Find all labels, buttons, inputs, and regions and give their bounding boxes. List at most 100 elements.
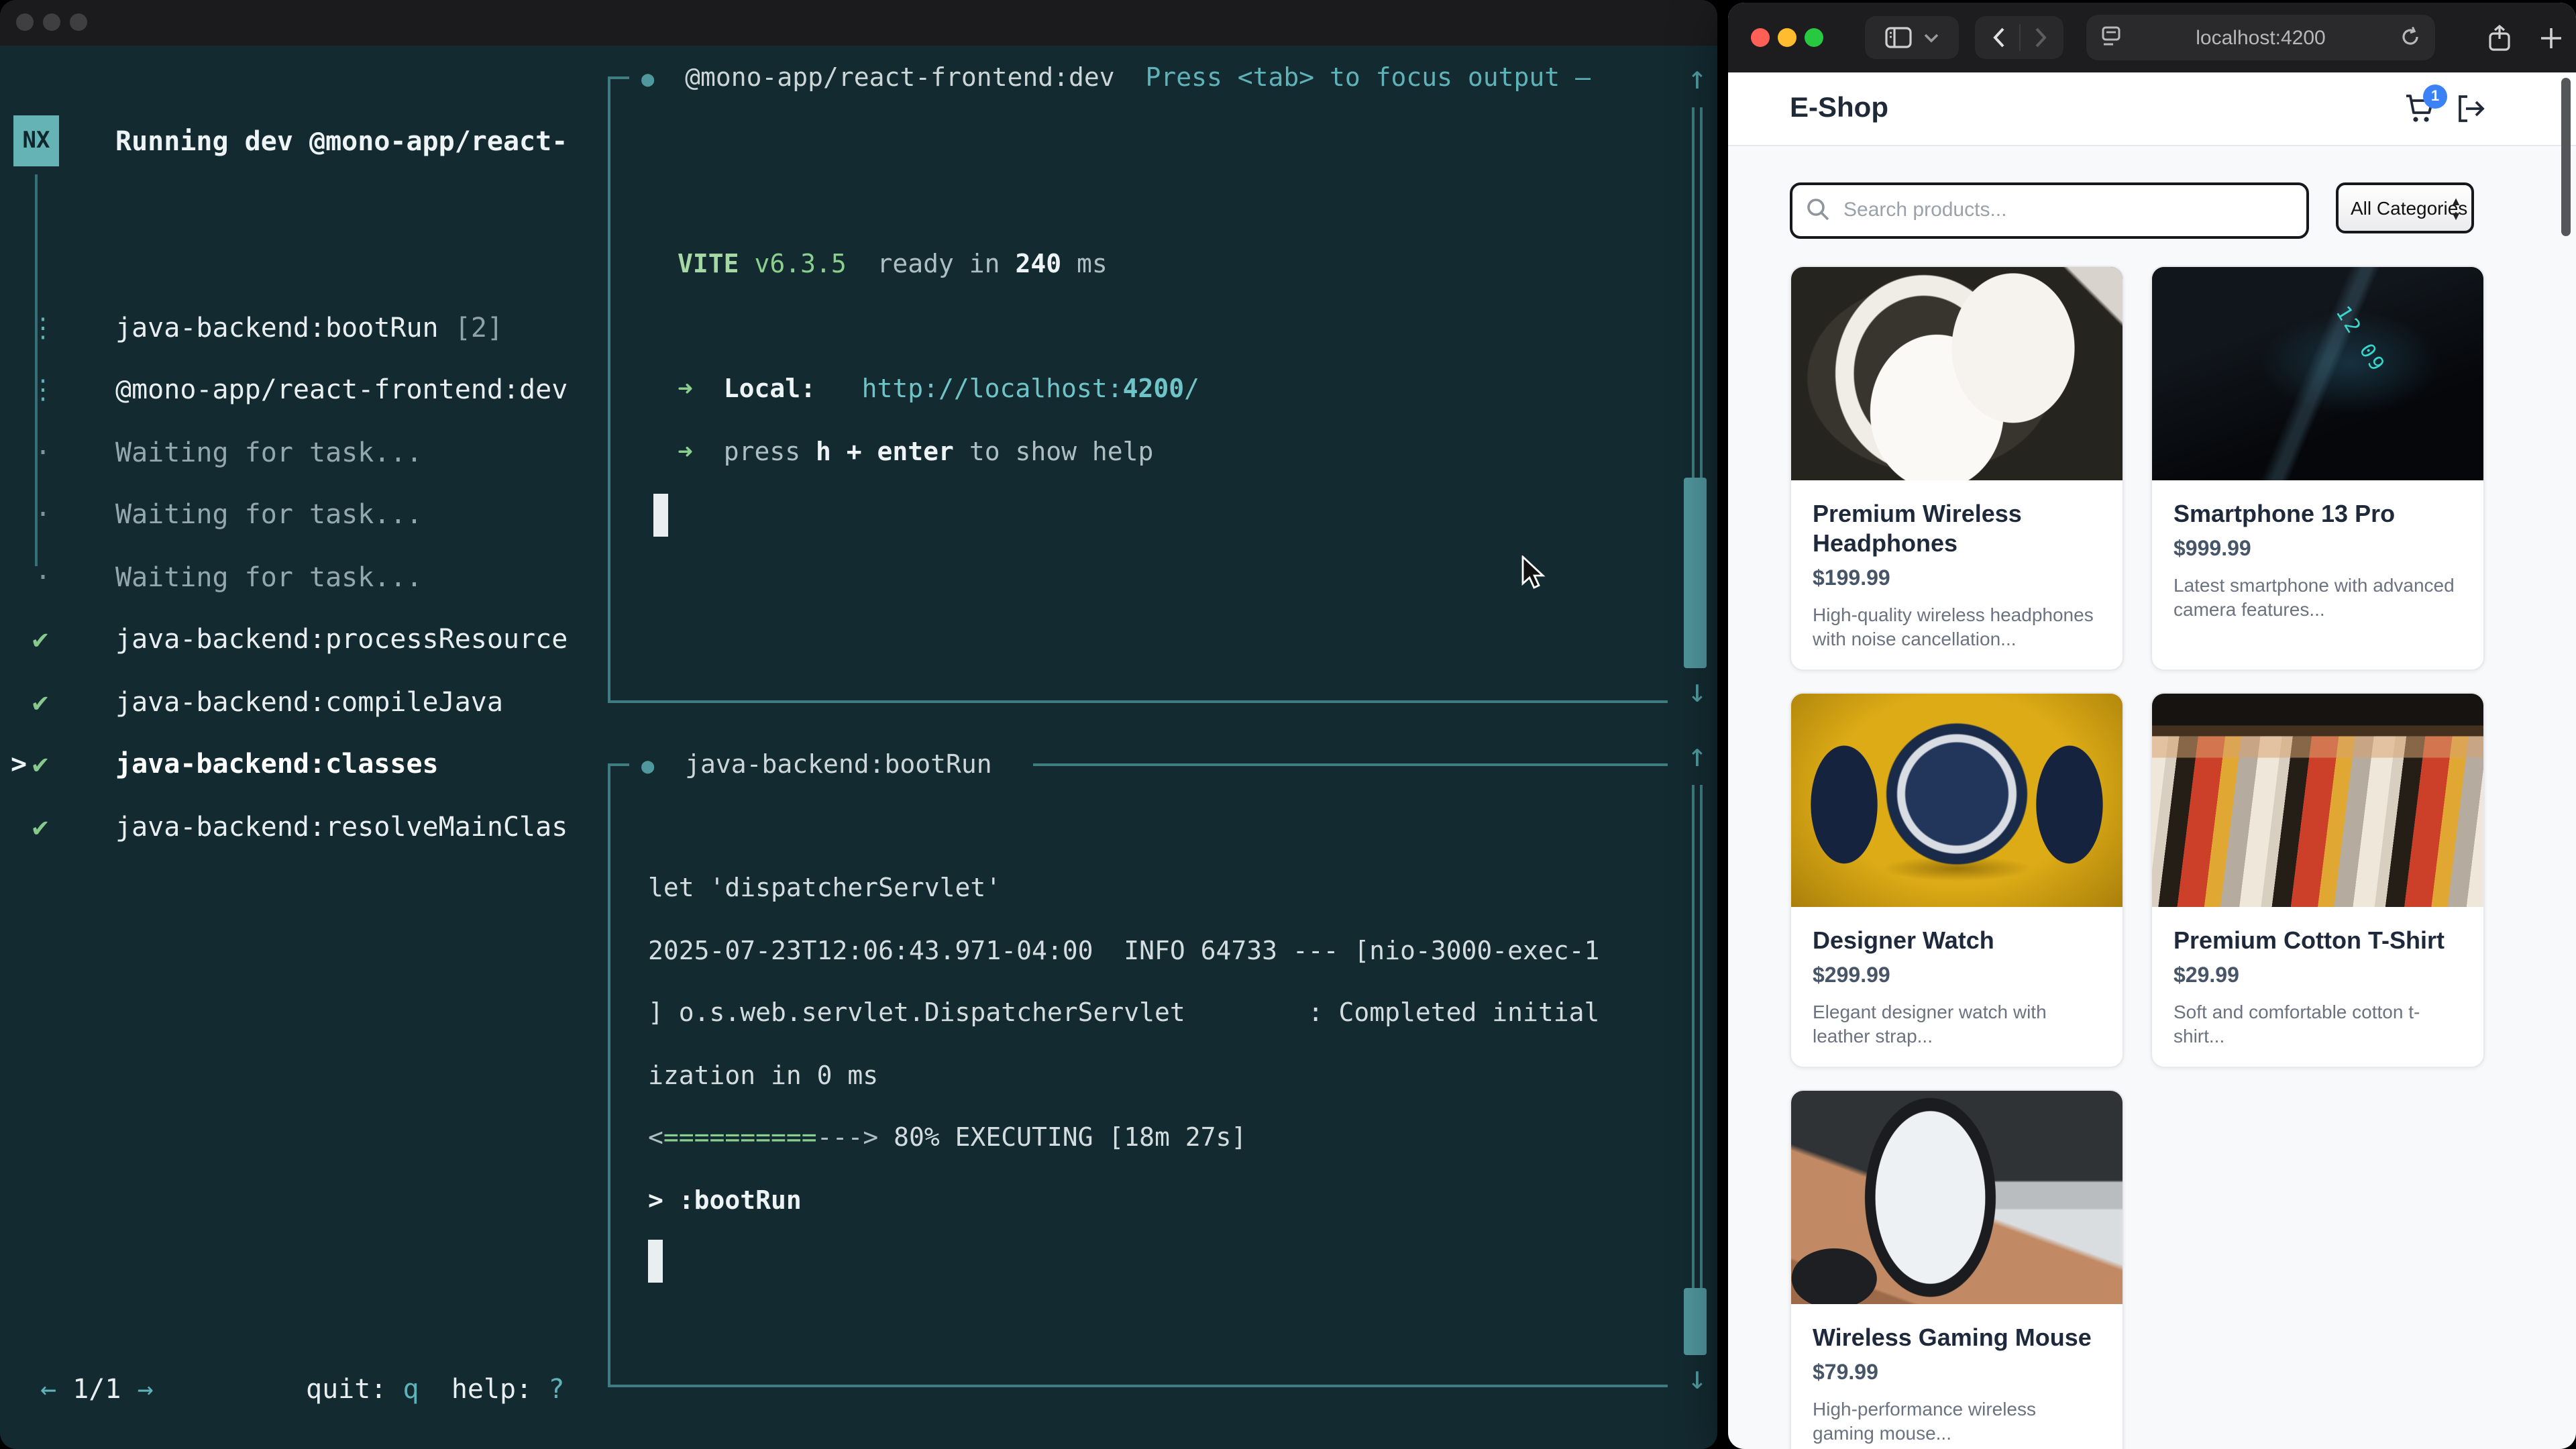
quit-label: quit: — [306, 1373, 386, 1405]
product-card-body: Smartphone 13 Pro $999.99 Latest smartph… — [2152, 480, 2483, 640]
url-text: localhost:4200 — [2196, 26, 2326, 49]
panel2-border-left — [608, 763, 610, 1387]
completed-task-label: java-backend:compileJava — [115, 670, 503, 733]
browser-scrollbar-thumb[interactable] — [2561, 78, 2571, 236]
product-price: $199.99 — [1813, 568, 2101, 592]
panel2-header[interactable]: ● java-backend:bootRun — [641, 745, 992, 785]
shop-brand: E-Shop — [1790, 72, 1888, 145]
search-icon — [1806, 197, 1830, 221]
product-card-body: Premium Cotton T-Shirt $29.99 Soft and c… — [2152, 907, 2483, 1067]
product-card[interactable]: Wireless Gaming Mouse $79.99 High-perfor… — [1790, 1089, 2124, 1449]
share-icon — [2487, 23, 2512, 52]
product-title: Premium Cotton T-Shirt — [2174, 926, 2462, 955]
zoom-window-icon[interactable] — [1805, 28, 1823, 47]
panel1-bullet-icon: ● — [641, 66, 654, 91]
panel2-header-rule — [1033, 763, 1668, 766]
panel1-scroll-track[interactable] — [1692, 107, 1695, 478]
close-window-icon[interactable] — [16, 13, 34, 31]
cart-button[interactable]: 1 — [2404, 94, 2436, 131]
new-tab-button[interactable] — [2530, 16, 2571, 59]
category-select[interactable]: All Categories ▲▼ — [2336, 182, 2474, 233]
product-description: Soft and comfortable cotton t-shirt... — [2174, 1000, 2462, 1048]
panel1-scroll-track2 — [1700, 107, 1703, 478]
product-description: Latest smartphone with advanced camera f… — [2174, 573, 2462, 621]
product-image — [1791, 1091, 2123, 1304]
panel2-scroll-down-icon[interactable]: ↓ — [1677, 1358, 1717, 1398]
local-url[interactable]: http://localhost:4200/ — [862, 374, 1199, 404]
sidebar-icon — [1885, 27, 1912, 48]
sidebar-toggle-button[interactable] — [1865, 16, 1959, 59]
minimize-window-icon[interactable] — [1778, 28, 1796, 47]
pager[interactable]: ← 1/1 → — [40, 1367, 154, 1410]
panel1-cursor — [653, 494, 668, 537]
browser-toolbar: localhost:4200 — [1728, 3, 2576, 74]
zoom-window-icon[interactable] — [70, 13, 87, 31]
panel1-title: @mono-app/react-frontend:dev — [685, 63, 1115, 93]
browser-window: localhost:4200 E-Shop 1 — [1728, 3, 2576, 1449]
panel1-scroll-down-icon[interactable]: ↓ — [1677, 671, 1717, 711]
vite-ready-line: VITE v6.3.5 ready in 240 ms — [678, 244, 1108, 284]
address-bar[interactable]: localhost:4200 — [2086, 15, 2435, 60]
panel1-border-stub — [608, 76, 629, 79]
pager-next-icon: → — [138, 1373, 154, 1405]
help-key: ? — [548, 1373, 564, 1405]
terminal-scroll-column: ↑ ↓ ↑ ↓ — [1677, 0, 1717, 1449]
forward-icon[interactable] — [2033, 27, 2047, 48]
product-price: $999.99 — [2174, 538, 2462, 562]
product-description: High-performance wireless gaming mouse..… — [1813, 1397, 2101, 1445]
completed-task-label: java-backend:classes — [115, 733, 439, 795]
task-row: ·Waiting for task... — [0, 358, 604, 421]
panel2-border-stub — [608, 763, 629, 766]
share-button[interactable] — [2479, 16, 2520, 59]
product-card[interactable]: 12 09 Smartphone 13 Pro $999.99 Latest s… — [2151, 266, 2485, 671]
back-icon[interactable] — [1992, 27, 2005, 48]
nav-divider — [2019, 24, 2020, 51]
pager-prev-icon: ← — [40, 1373, 56, 1405]
product-description: Elegant designer watch with leather stra… — [1813, 1000, 2101, 1048]
product-card[interactable]: Premium Cotton T-Shirt $29.99 Soft and c… — [2151, 692, 2485, 1068]
panel1-scroll-thumb[interactable] — [1684, 478, 1707, 668]
help-label: help: — [451, 1373, 532, 1405]
panel1-scroll-up-icon[interactable]: ↑ — [1677, 58, 1717, 98]
panel1-header[interactable]: ● @mono-app/react-frontend:dev Press <ta… — [641, 58, 1591, 98]
completed-task-list: ✔ java-backend:processResource ✔ java-ba… — [0, 608, 604, 857]
product-card[interactable]: Designer Watch $299.99 Elegant designer … — [1790, 692, 2124, 1068]
keyboard-hints: quit: q help: ? — [306, 1367, 564, 1410]
task-row: ·Waiting for task... — [0, 483, 604, 545]
completed-task-row: ✔ java-backend:processResource — [0, 608, 604, 670]
panel2-cursor — [648, 1240, 663, 1283]
nx-logo: NX — [13, 115, 59, 166]
close-window-icon[interactable] — [1751, 28, 1770, 47]
panel1-border-bottom — [608, 700, 1668, 703]
pager-count: 1/1 — [72, 1373, 121, 1405]
panel1-border-left — [608, 76, 610, 703]
log-line: ization in 0 ms — [648, 1056, 878, 1096]
product-image — [2152, 694, 2483, 907]
gradle-progress-line: <==========---> 80% EXECUTING [18m 27s] — [648, 1118, 1246, 1158]
logout-button[interactable] — [2455, 94, 2486, 130]
product-card[interactable]: Premium Wireless Headphones $199.99 High… — [1790, 266, 2124, 671]
chevron-down-icon — [1924, 33, 1939, 42]
completed-task-row: ✔ java-backend:compileJava — [0, 670, 604, 733]
panel2-scroll-track[interactable] — [1692, 785, 1695, 1288]
task-list: ⋮java-backend:bootRun [2] ⋮@mono-app/rea… — [0, 233, 604, 545]
product-price: $79.99 — [1813, 1362, 2101, 1386]
product-description: High-quality wireless headphones with no… — [1813, 602, 2101, 651]
cart-count-badge: 1 — [2423, 85, 2447, 109]
log-line: let 'dispatcherServlet' — [648, 868, 1001, 908]
refresh-icon[interactable] — [2399, 25, 2422, 48]
check-icon: ✔ — [32, 670, 48, 733]
panel2-scroll-up-icon[interactable]: ↑ — [1677, 735, 1717, 775]
task-row: ·Waiting for task... — [0, 421, 604, 483]
search-input[interactable] — [1841, 185, 2289, 233]
mouse-pointer — [1520, 555, 1550, 590]
minimize-window-icon[interactable] — [43, 13, 60, 31]
gradle-task-line: > :bootRun — [648, 1181, 802, 1221]
product-title: Smartphone 13 Pro — [2174, 499, 2462, 529]
page-settings-icon[interactable] — [2101, 25, 2121, 48]
select-stepper-icon: ▲▼ — [2450, 195, 2462, 224]
product-grid: Premium Wireless Headphones $199.99 High… — [1790, 266, 2485, 1449]
terminal-titlebar[interactable] — [0, 0, 1717, 46]
panel2-bullet-icon: ● — [641, 753, 654, 778]
panel2-scroll-thumb[interactable] — [1684, 1288, 1707, 1355]
